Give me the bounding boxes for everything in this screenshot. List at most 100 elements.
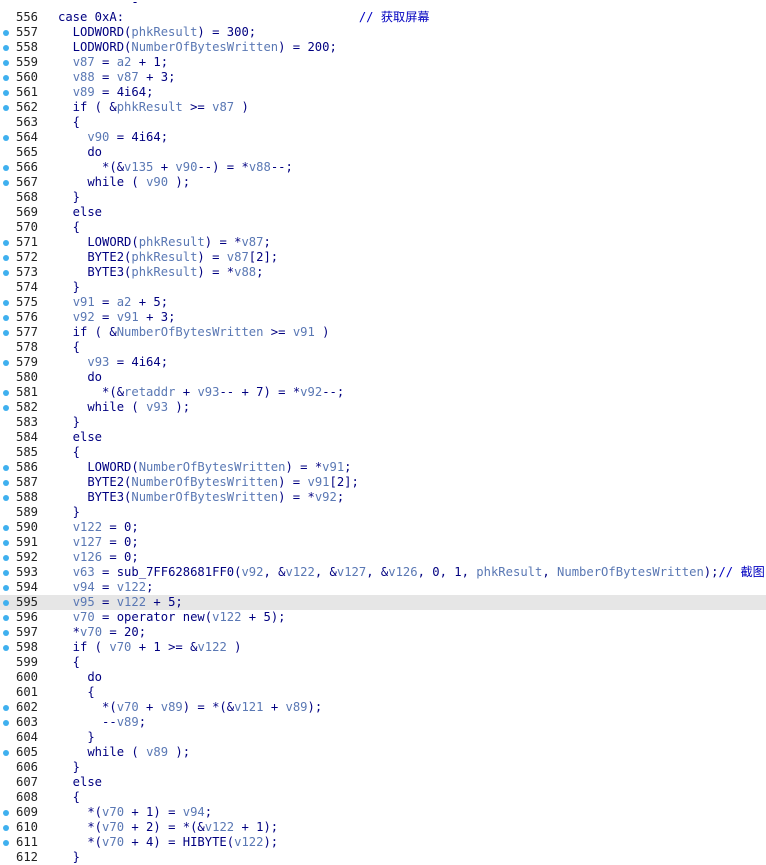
code-line[interactable]: 559 v87 = a2 + 1; <box>0 55 766 70</box>
code-text[interactable]: v126 = 0; <box>58 550 139 565</box>
code-line[interactable]: 578 { <box>0 340 766 355</box>
code-line[interactable]: 573 BYTE3(phkResult) = *v88; <box>0 265 766 280</box>
identifier-token[interactable]: v93 <box>197 385 219 399</box>
identifier-token[interactable]: v70 <box>102 835 124 849</box>
code-line[interactable]: 584 else <box>0 430 766 445</box>
code-text[interactable]: --v89; <box>58 715 146 730</box>
code-text[interactable]: { <box>58 790 80 805</box>
code-line[interactable]: 557 LODWORD(phkResult) = 300; <box>0 25 766 40</box>
identifier-token[interactable]: v122 <box>205 820 234 834</box>
code-line[interactable]: 571 LOWORD(phkResult) = *v87; <box>0 235 766 250</box>
identifier-token[interactable]: phkResult <box>131 250 197 264</box>
code-line[interactable]: 562 if ( &phkResult >= v87 ) <box>0 100 766 115</box>
identifier-token[interactable]: v121 <box>234 700 263 714</box>
identifier-token[interactable]: phkResult <box>476 565 542 579</box>
identifier-token[interactable]: v91 <box>307 475 329 489</box>
breakpoint-marker-icon[interactable] <box>3 599 9 606</box>
identifier-token[interactable]: NumberOfBytesWritten <box>131 475 278 489</box>
identifier-token[interactable]: v122 <box>285 565 314 579</box>
identifier-token[interactable]: v94 <box>183 805 205 819</box>
code-text[interactable]: LODWORD(NumberOfBytesWritten) = 200; <box>58 40 337 55</box>
breakpoint-marker-icon[interactable] <box>3 494 9 501</box>
identifier-token[interactable]: NumberOfBytesWritten <box>117 325 264 339</box>
identifier-token[interactable]: v91 <box>117 310 139 324</box>
identifier-token[interactable]: v122 <box>197 640 226 654</box>
code-text[interactable]: do <box>58 370 102 385</box>
identifier-token[interactable]: v91 <box>73 295 95 309</box>
identifier-token[interactable]: v89 <box>286 700 308 714</box>
code-line[interactable]: 593 v63 = sub_7FF628681FF0(v92, &v122, &… <box>0 565 766 580</box>
identifier-token[interactable]: phkResult <box>131 25 197 39</box>
code-line[interactable]: 592 v126 = 0; <box>0 550 766 565</box>
identifier-token[interactable]: v93 <box>87 355 109 369</box>
identifier-token[interactable]: phkResult <box>139 235 205 249</box>
identifier-token[interactable]: v122 <box>117 595 146 609</box>
breakpoint-marker-icon[interactable] <box>3 44 9 51</box>
code-text[interactable]: v63 = sub_7FF628681FF0(v92, &v122, &v127… <box>58 565 765 580</box>
breakpoint-marker-icon[interactable] <box>3 629 9 636</box>
code-line[interactable]: 599 { <box>0 655 766 670</box>
code-text[interactable]: if ( &phkResult >= v87 ) <box>58 100 249 115</box>
identifier-token[interactable]: NumberOfBytesWritten <box>131 40 278 54</box>
code-text[interactable]: v95 = v122 + 5; <box>58 595 183 610</box>
breakpoint-marker-icon[interactable] <box>3 644 9 651</box>
code-text[interactable]: - <box>58 0 138 10</box>
identifier-token[interactable]: a2 <box>117 295 132 309</box>
identifier-token[interactable]: v93 <box>146 400 168 414</box>
code-text[interactable]: *(v70 + v89) = *(&v121 + v89); <box>58 700 322 715</box>
code-line[interactable]: 589 } <box>0 505 766 520</box>
breakpoint-marker-icon[interactable] <box>3 329 9 336</box>
breakpoint-marker-icon[interactable] <box>3 389 9 396</box>
breakpoint-marker-icon[interactable] <box>3 239 9 246</box>
code-line[interactable]: 560 v88 = v87 + 3; <box>0 70 766 85</box>
identifier-token[interactable]: NumberOfBytesWritten <box>139 460 286 474</box>
identifier-token[interactable]: v89 <box>161 700 183 714</box>
code-line[interactable]: 563 { <box>0 115 766 130</box>
code-line[interactable]: 581 *(&retaddr + v93-- + 7) = *v92--; <box>0 385 766 400</box>
identifier-token[interactable]: phkResult <box>117 100 183 114</box>
identifier-token[interactable]: v92 <box>315 490 337 504</box>
code-text[interactable]: else <box>58 430 102 445</box>
code-text[interactable]: v91 = a2 + 5; <box>58 295 168 310</box>
identifier-token[interactable]: v89 <box>146 745 168 759</box>
code-line[interactable]: 603 --v89; <box>0 715 766 730</box>
identifier-token[interactable]: phkResult <box>131 265 197 279</box>
breakpoint-marker-icon[interactable] <box>3 89 9 96</box>
code-line[interactable]: 598 if ( v70 + 1 >= &v122 ) <box>0 640 766 655</box>
code-line[interactable]: 610 *(v70 + 2) = *(&v122 + 1); <box>0 820 766 835</box>
code-text[interactable]: { <box>58 655 80 670</box>
code-line-highlighted[interactable]: 595 v95 = v122 + 5; <box>0 595 766 610</box>
identifier-token[interactable]: v89 <box>73 85 95 99</box>
identifier-token[interactable]: v126 <box>388 565 417 579</box>
identifier-token[interactable]: v70 <box>102 805 124 819</box>
code-line[interactable]: 601 { <box>0 685 766 700</box>
breakpoint-marker-icon[interactable] <box>3 704 9 711</box>
code-text[interactable]: else <box>58 775 102 790</box>
identifier-token[interactable]: v122 <box>212 610 241 624</box>
code-text[interactable]: BYTE3(NumberOfBytesWritten) = *v92; <box>58 490 344 505</box>
code-text[interactable]: *(v70 + 4) = HIBYTE(v122); <box>58 835 278 850</box>
identifier-token[interactable]: v87 <box>212 100 234 114</box>
code-text[interactable]: { <box>58 685 94 700</box>
code-line[interactable]: 569 else <box>0 205 766 220</box>
breakpoint-marker-icon[interactable] <box>3 569 9 576</box>
code-line[interactable]: 568 } <box>0 190 766 205</box>
code-text[interactable]: LODWORD(phkResult) = 300; <box>58 25 256 40</box>
identifier-token[interactable]: v87 <box>227 250 249 264</box>
identifier-token[interactable]: v70 <box>73 610 95 624</box>
identifier-token[interactable]: retaddr <box>124 385 175 399</box>
identifier-token[interactable]: v127 <box>73 535 102 549</box>
breakpoint-marker-icon[interactable] <box>3 359 9 366</box>
identifier-token[interactable]: v90 <box>146 175 168 189</box>
code-text[interactable]: } <box>58 190 80 205</box>
code-text[interactable]: v94 = v122; <box>58 580 154 595</box>
code-line[interactable]: 591 v127 = 0; <box>0 535 766 550</box>
code-text[interactable]: v127 = 0; <box>58 535 139 550</box>
breakpoint-marker-icon[interactable] <box>3 299 9 306</box>
identifier-token[interactable]: v89 <box>117 715 139 729</box>
code-line[interactable]: 570 { <box>0 220 766 235</box>
identifier-token[interactable]: v70 <box>109 640 131 654</box>
code-text[interactable]: if ( &NumberOfBytesWritten >= v91 ) <box>58 325 330 340</box>
identifier-token[interactable]: v122 <box>117 580 146 594</box>
breakpoint-marker-icon[interactable] <box>3 269 9 276</box>
